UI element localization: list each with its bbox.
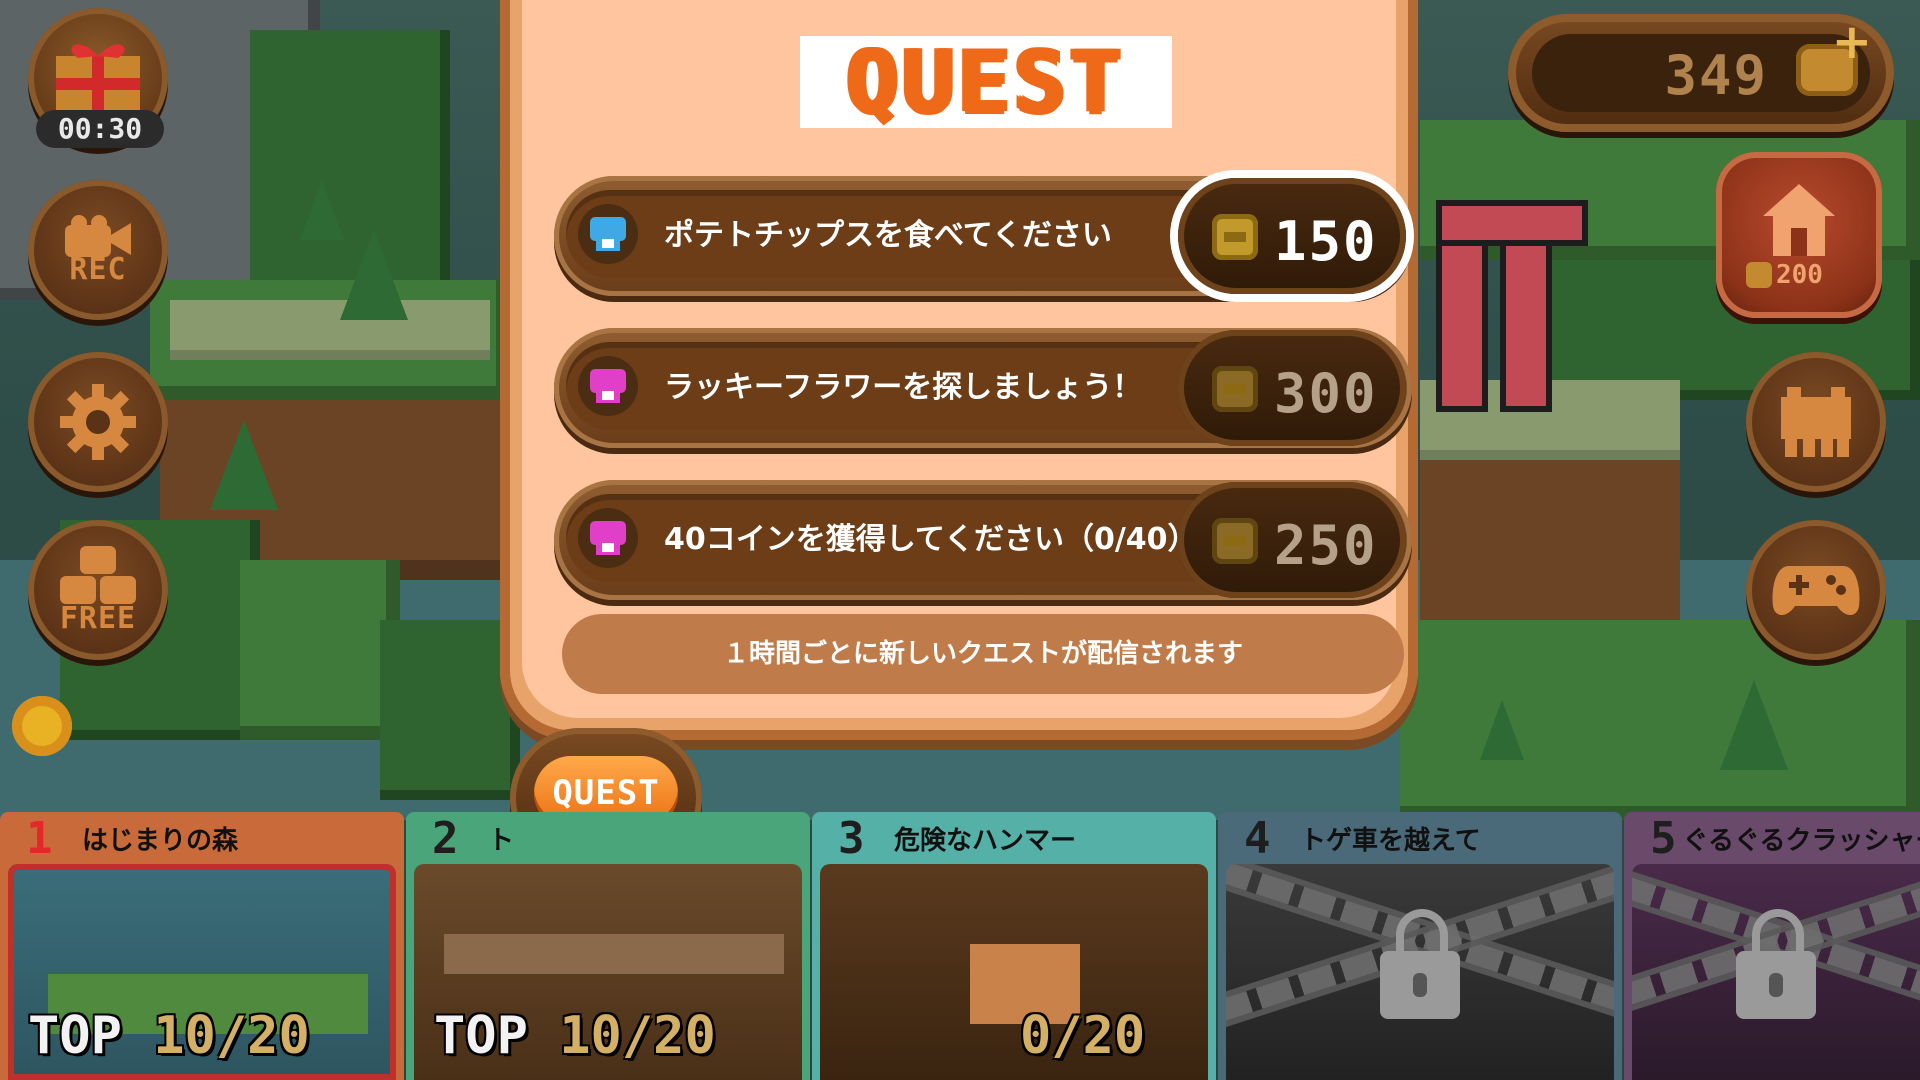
quest-row[interactable]: ポテトチップスを食べてください 150 xyxy=(554,176,1412,296)
stage-thumbnail xyxy=(1632,864,1920,1080)
coin-icon xyxy=(1212,214,1258,260)
score-value: 0/20 xyxy=(1020,1006,1146,1066)
stage-name: はじまりの森 xyxy=(82,825,239,856)
stage-name: ぐるぐるクラッシャー xyxy=(1682,825,1920,856)
character-icon xyxy=(1781,387,1851,457)
stage-header: 3 危険なハンマー xyxy=(812,812,1216,864)
stage-thumbnail xyxy=(1226,864,1614,1080)
quest-text: ポテトチップスを食べてください xyxy=(664,218,1112,253)
record-button[interactable]: REC xyxy=(28,180,168,320)
badge-icon xyxy=(590,217,626,251)
coin-icon xyxy=(1212,518,1258,564)
gift-icon xyxy=(56,44,140,114)
stage-thumbnail: 0/20 xyxy=(820,864,1208,1080)
gift-timer: 00:30 xyxy=(36,110,164,148)
gamepad-button[interactable] xyxy=(1746,520,1886,660)
stage-name: 危険なハンマー xyxy=(894,825,1077,856)
quest-badge-icon xyxy=(578,356,638,416)
quest-title-box: QUEST xyxy=(800,36,1172,128)
grass-cube xyxy=(380,620,520,800)
house-price-value: 200 xyxy=(1776,260,1823,290)
reward-amount: 300 xyxy=(1274,362,1378,425)
gate-beam xyxy=(1436,200,1588,246)
stage-card[interactable]: 3 危険なハンマー 0/20 xyxy=(812,812,1216,1080)
rec-label: REC xyxy=(69,252,127,287)
coin-icon xyxy=(1212,366,1258,412)
score-value: 10/20 xyxy=(559,1006,716,1066)
quest-row[interactable]: ラッキーフラワーを探しましょう！ 300 xyxy=(554,328,1412,448)
stage-thumbnail: TOP 10/20 xyxy=(8,864,396,1080)
free-coins-button[interactable]: FREE xyxy=(28,520,168,660)
pine-tree xyxy=(300,180,344,240)
stage-header: 2 ト xyxy=(406,812,810,864)
score-prefix: TOP xyxy=(434,1006,528,1066)
lock-icon xyxy=(1380,908,1460,1019)
coin-icon xyxy=(1746,262,1772,288)
stage-number: 5 xyxy=(1650,812,1677,864)
coin-stack-icon xyxy=(60,546,136,604)
badge-icon xyxy=(590,369,626,403)
house-price: 200 xyxy=(1746,260,1823,290)
badge-icon xyxy=(590,521,626,555)
stage-name: ト xyxy=(488,825,515,856)
coin-total: 349 xyxy=(1664,44,1768,107)
quest-text: ラッキーフラワーを探しましょう！ xyxy=(664,370,1143,405)
quest-badge-icon xyxy=(578,204,638,264)
pine-tree xyxy=(1720,680,1788,770)
quest-row[interactable]: 40コインを獲得してください（0/40） 250 xyxy=(554,480,1412,600)
pine-tree xyxy=(210,420,278,510)
stage-thumbnail: TOP 10/20 xyxy=(414,864,802,1080)
grass-cube xyxy=(240,560,400,740)
house-shop-button[interactable]: 200 xyxy=(1716,152,1882,318)
stage-header: 5 ぐるぐるクラッシャー xyxy=(1624,812,1920,864)
stage-card[interactable]: 2 ト TOP 10/20 xyxy=(406,812,810,1080)
character-button[interactable] xyxy=(1746,352,1886,492)
add-coins-icon[interactable] xyxy=(1796,14,1872,96)
house-icon xyxy=(1763,184,1835,256)
pine-tree xyxy=(1480,700,1524,760)
stage-card-locked[interactable]: 4 トゲ車を越えて xyxy=(1218,812,1622,1080)
stage-number: 3 xyxy=(838,812,865,864)
reward-amount: 150 xyxy=(1274,210,1378,273)
reward-amount: 250 xyxy=(1274,514,1378,577)
gamepad-icon xyxy=(1772,566,1860,615)
quest-reward[interactable]: 300 xyxy=(1178,330,1406,446)
gear-icon xyxy=(60,384,136,460)
stage-score: TOP 10/20 xyxy=(28,1006,310,1066)
coin-counter: 349 xyxy=(1508,14,1894,132)
stone-path xyxy=(170,300,490,360)
sunflower-decoration xyxy=(12,696,72,756)
stage-header: 1 はじまりの森 xyxy=(0,812,404,864)
stage-card-locked[interactable]: 5 ぐるぐるクラッシャー xyxy=(1624,812,1920,1080)
score-value: 10/20 xyxy=(153,1006,310,1066)
pine-tree xyxy=(340,230,408,320)
quest-reward[interactable]: 250 xyxy=(1178,482,1406,598)
stage-number: 2 xyxy=(432,812,459,864)
stage-score: TOP 10/20 xyxy=(434,1006,716,1066)
stage-score: 0/20 xyxy=(1020,1006,1145,1066)
stage-number: 1 xyxy=(26,812,53,864)
quest-text: 40コインを獲得してください（0/40） xyxy=(664,522,1198,557)
stage-header: 4 トゲ車を越えて xyxy=(1218,812,1622,864)
lock-icon xyxy=(1736,908,1816,1019)
quest-notice: １時間ごとに新しいクエストが配信されます xyxy=(562,614,1404,694)
quest-reward[interactable]: 150 xyxy=(1178,178,1406,294)
stage-number: 4 xyxy=(1244,812,1271,864)
quest-title: QUEST xyxy=(846,32,1126,132)
quest-panel-inner: QUEST ポテトチップスを食べてください 150 ラッキーフラワーを探しましょ… xyxy=(522,0,1412,718)
quest-panel: QUEST ポテトチップスを食べてください 150 ラッキーフラワーを探しましょ… xyxy=(500,0,1418,740)
stage-name: トゲ車を越えて xyxy=(1300,825,1481,856)
quest-badge-icon xyxy=(578,508,638,568)
score-prefix: TOP xyxy=(28,1006,122,1066)
path-strip xyxy=(444,934,784,974)
dirt-wall xyxy=(1420,460,1680,640)
settings-button[interactable] xyxy=(28,352,168,492)
stage-list: 1 はじまりの森 TOP 10/20 2 ト TOP 10/20 3 危険なハン… xyxy=(0,812,1920,1080)
free-label: FREE xyxy=(59,601,137,636)
stage-card[interactable]: 1 はじまりの森 TOP 10/20 xyxy=(0,812,404,1080)
